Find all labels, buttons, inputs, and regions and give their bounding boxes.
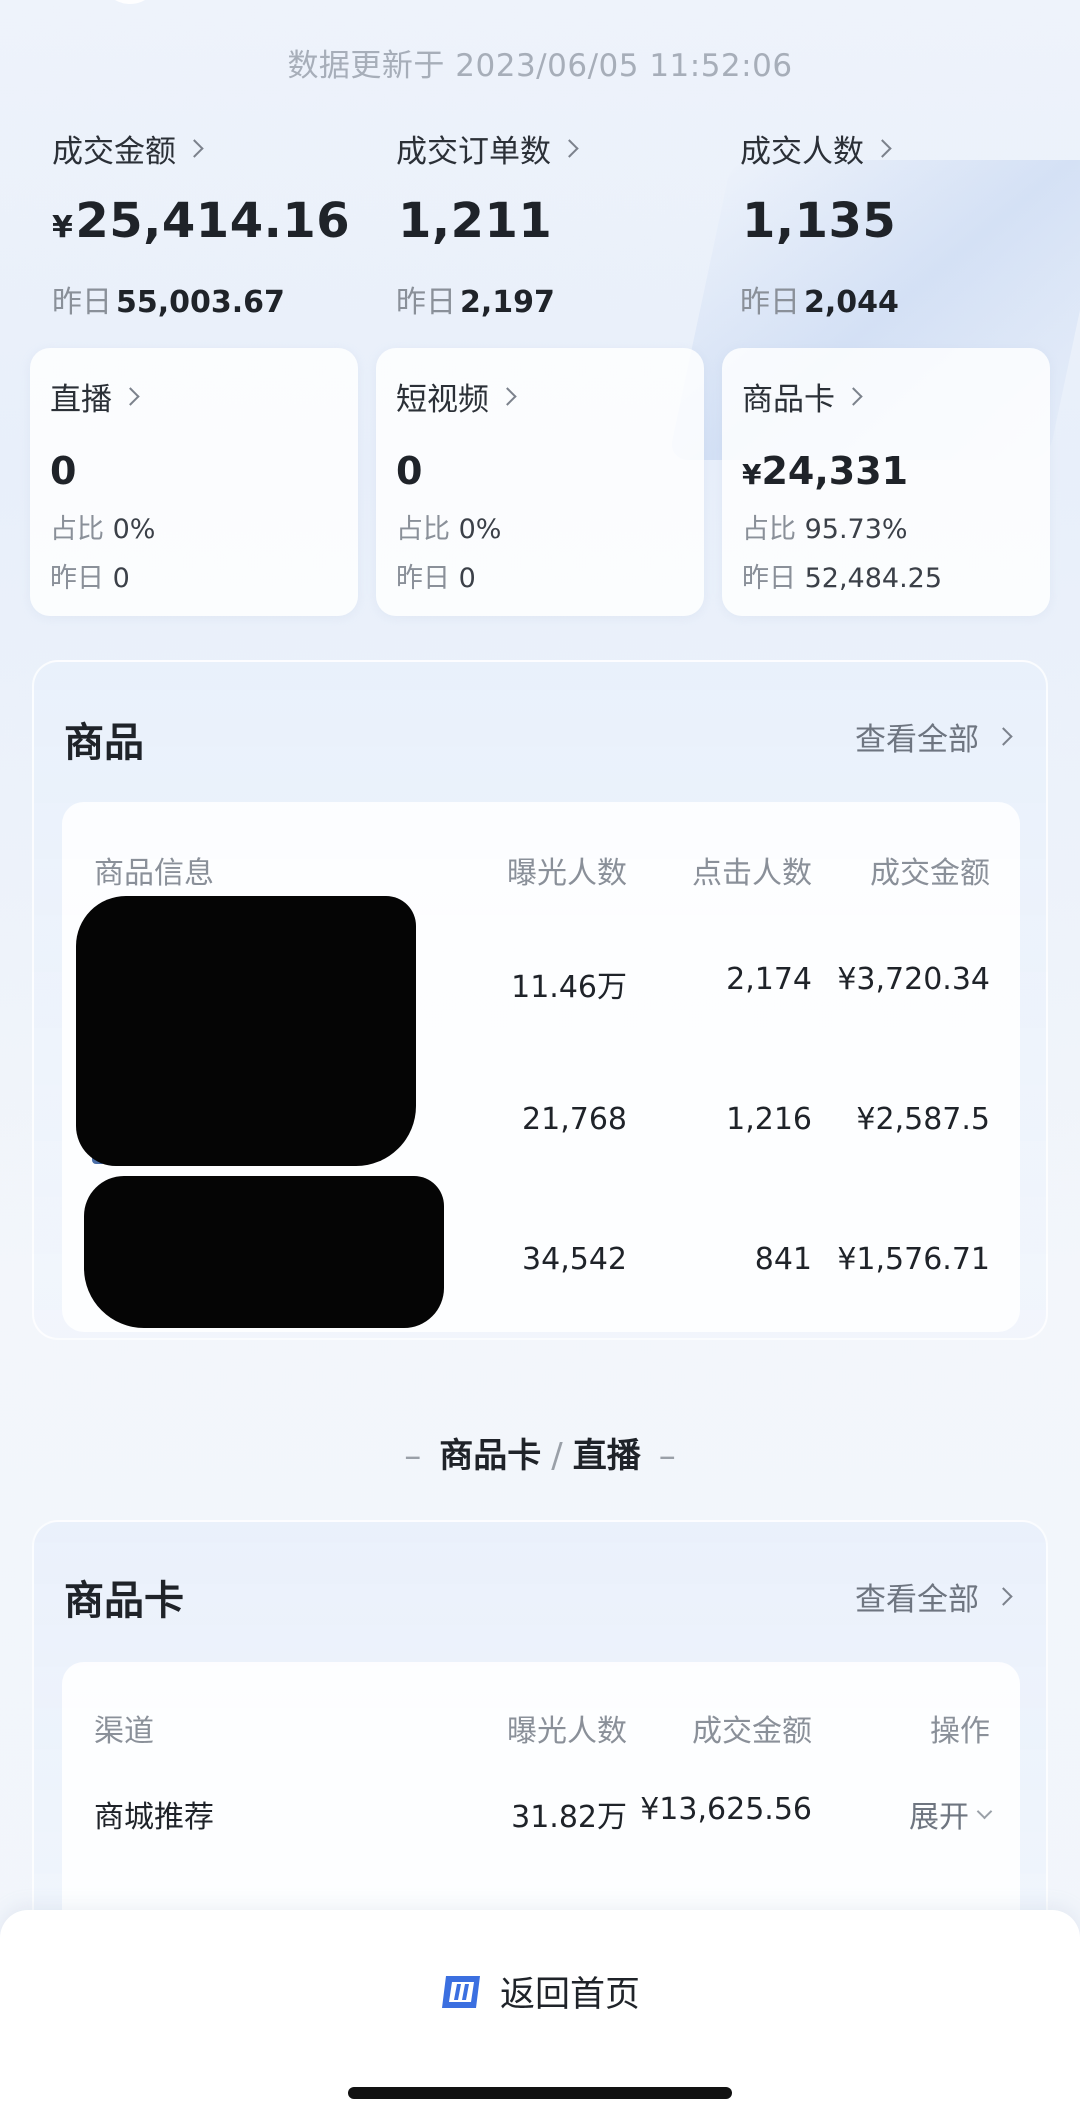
column-header: 商品信息 [94, 856, 214, 891]
metric-value: 1,135 [742, 193, 897, 249]
chevron-right-icon [844, 387, 863, 406]
channel-value: 0 [396, 449, 423, 493]
column-header: 曝光人数 [507, 1714, 627, 1749]
redacted-product-info [76, 896, 416, 1166]
row-exposure: 11.46万 [511, 970, 627, 1005]
channel-card-short-video[interactable]: 短视频 0 占比 0% 昨日 0 [376, 348, 704, 616]
view-all-label: 查看全部 [855, 1582, 979, 1618]
metric-buyers[interactable]: 成交人数 1,135 昨日 2,044 [740, 126, 1070, 321]
chevron-right-icon [121, 387, 140, 406]
switch-product-card[interactable]: 商品卡 [439, 1436, 541, 1476]
channel-share: 占比 0% [50, 514, 156, 545]
row-clicks: 841 [754, 1242, 812, 1277]
metric-yesterday: 昨日 2,044 [740, 285, 899, 320]
expand-label: 展开 [909, 1800, 969, 1835]
back-home-button[interactable]: 返回首页 [0, 1966, 1080, 2017]
chevron-right-icon [873, 139, 892, 158]
douyin-shop-logo-icon [441, 1975, 480, 2008]
back-home-label: 返回首页 [499, 1975, 640, 2015]
update-time: 数据更新于 2023/06/05 11:52:06 [287, 48, 793, 84]
row-amount: ¥1,576.71 [837, 1242, 990, 1277]
product-card-view-all[interactable]: 查看全部 [855, 1574, 1013, 1619]
row-clicks: 1,216 [726, 1102, 812, 1137]
column-header: 曝光人数 [507, 856, 627, 891]
channel-yesterday: 昨日 0 [50, 563, 130, 594]
metric-value: 1,211 [398, 193, 553, 249]
metric-label: 成交人数 [740, 134, 864, 170]
top-edge-element [100, 0, 160, 4]
metric-yesterday: 昨日 2,197 [396, 285, 555, 320]
row-amount: ¥3,720.34 [837, 962, 990, 997]
channel-yesterday: 昨日 0 [396, 563, 476, 594]
column-header: 操作 [930, 1714, 990, 1749]
row-clicks: 2,174 [726, 962, 812, 997]
channel-value: ¥24,331 [742, 449, 909, 493]
chevron-right-icon [498, 387, 517, 406]
channel-card-product-card[interactable]: 商品卡 ¥24,331 占比 95.73% 昨日 52,484.25 [722, 348, 1050, 616]
column-header: 成交金额 [870, 856, 990, 891]
switch-live[interactable]: 直播 [573, 1436, 641, 1476]
channel-card-live[interactable]: 直播 0 占比 0% 昨日 0 [30, 348, 358, 616]
row-amount: ¥2,587.5 [856, 1102, 990, 1137]
column-header: 点击人数 [692, 856, 812, 891]
chevron-right-icon [560, 139, 579, 158]
redacted-product-info [84, 1176, 444, 1328]
channel-share: 占比 0% [396, 514, 502, 545]
expand-button[interactable]: 展开 [812, 1792, 993, 1836]
chevron-right-icon [185, 139, 204, 158]
row-channel: 商城推荐 [94, 1800, 214, 1835]
products-title: 商品 [64, 720, 144, 766]
chevron-right-icon [994, 1587, 1013, 1606]
home-indicator [348, 2087, 732, 2099]
view-all-label: 查看全部 [855, 722, 979, 758]
metric-yesterday: 昨日 55,003.67 [52, 285, 285, 320]
channel-share: 占比 95.73% [742, 514, 908, 545]
channel-label: 短视频 [396, 382, 489, 418]
metric-value: ¥25,414.16 [52, 193, 351, 249]
channel-value: 0 [50, 449, 77, 493]
channel-label: 直播 [50, 382, 112, 418]
channel-yesterday: 昨日 52,484.25 [742, 563, 943, 594]
chevron-down-icon [976, 1803, 993, 1819]
chevron-right-icon [994, 727, 1013, 746]
row-amount: ¥13,625.56 [640, 1792, 812, 1827]
metric-orders[interactable]: 成交订单数 1,211 昨日 2,197 [396, 126, 726, 321]
metric-gmv[interactable]: 成交金额 ¥25,414.16 昨日 55,003.67 [52, 126, 382, 321]
metric-label: 成交订单数 [396, 134, 551, 170]
bottom-bar: 返回首页 [0, 1910, 1080, 2120]
products-view-all[interactable]: 查看全部 [855, 714, 1013, 759]
column-header: 渠道 [94, 1714, 154, 1749]
row-exposure: 21,768 [522, 1102, 627, 1137]
channel-label: 商品卡 [742, 382, 835, 418]
product-card-title: 商品卡 [64, 1578, 184, 1624]
column-header: 成交金额 [692, 1714, 812, 1749]
row-exposure: 31.82万 [511, 1800, 627, 1835]
metric-label: 成交金额 [52, 134, 176, 170]
section-switcher[interactable]: – 商品卡 / 直播 – [0, 1428, 1080, 1477]
